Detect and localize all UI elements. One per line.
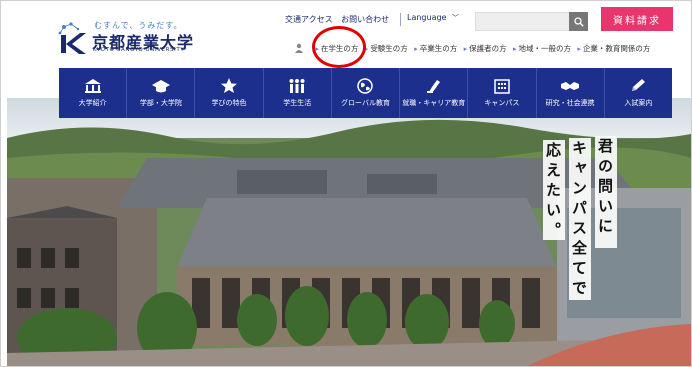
chevron-down-icon: ﹀ — [452, 14, 460, 22]
audience-link-label: 卒業生の方 — [419, 44, 458, 53]
arrow-right-icon: ▸ — [463, 45, 468, 53]
nav-label: キャンパス — [484, 99, 520, 107]
nav-label: 学びの特色 — [211, 99, 247, 107]
audience-link-label: 企業・教育関係の方 — [582, 44, 651, 53]
logo-mark-icon — [58, 22, 86, 54]
pencil-icon — [632, 79, 646, 91]
language-label: Language — [407, 13, 447, 22]
audience-link-label: 保護者の方 — [469, 44, 507, 53]
arrow-right-icon: ▸ — [577, 45, 581, 53]
university-icon — [84, 79, 101, 93]
search-button[interactable] — [569, 12, 588, 31]
hero-campus-image: 君の問いに キャンパス全てで 応えたい。 — [7, 98, 691, 366]
hero-copy-line3: 応えたい。 — [544, 142, 562, 242]
audience-link-alumni[interactable]: ▸ 卒業生の方 — [414, 43, 457, 54]
university-logo[interactable]: むすんで、うみだす。 京都産業大学 KYOTO SANGYO UNIVERSIT… — [56, 21, 196, 55]
nav-label: 研究・社会連携 — [545, 99, 595, 107]
nav-item-research[interactable]: 研究・社会連携 — [537, 68, 605, 118]
nav-label: 入試案内 — [624, 99, 653, 107]
nav-item-faculties[interactable]: 学部・大学院 — [127, 68, 196, 118]
search-icon — [573, 16, 584, 27]
career-icon — [426, 80, 440, 93]
audience-link-parents[interactable]: ▸ 保護者の方 — [464, 43, 507, 54]
utility-links: 交通アクセス お問い合わせ — [285, 13, 409, 26]
audience-link-companies[interactable]: ▸ 企業・教育関係の方 — [577, 43, 650, 54]
arrow-right-icon: ▸ — [414, 45, 418, 53]
campus-icon — [494, 79, 510, 94]
nav-label: 大学紹介 — [78, 99, 107, 107]
graduation-cap-icon — [151, 80, 170, 93]
star-icon — [221, 78, 238, 93]
nav-item-career[interactable]: 就職・キャリア教育 — [400, 68, 469, 118]
user-icon — [295, 43, 305, 55]
utility-divider — [399, 13, 401, 26]
nav-label: グローバル教育 — [341, 99, 390, 107]
language-selector[interactable]: Language ﹀ — [407, 13, 459, 23]
nav-item-about[interactable]: 大学紹介 — [59, 68, 128, 118]
request-materials-button[interactable]: 資料請求 — [601, 7, 673, 31]
nav-label: 学部・大学院 — [139, 99, 182, 107]
audience-link-label: 受験生の方 — [370, 44, 408, 53]
handshake-icon — [561, 82, 580, 90]
nav-label: 学生生活 — [283, 99, 312, 107]
nav-item-features[interactable]: 学びの特色 — [195, 68, 264, 118]
audience-link-community[interactable]: ▸ 地域・一般の方 — [513, 43, 571, 54]
nav-item-campus[interactable]: キャンパス — [468, 68, 537, 118]
students-icon — [289, 79, 305, 93]
arrow-right-icon: ▸ — [513, 45, 517, 53]
hero-copy-line2: キャンパス全てで — [570, 140, 588, 300]
nav-item-admissions[interactable]: 入試案内 — [605, 68, 672, 118]
audience-link-label: 地域・一般の方 — [518, 44, 572, 53]
nav-label: 就職・キャリア教育 — [402, 99, 466, 107]
hero-copy-line1: 君の問いに — [596, 138, 614, 238]
page-frame: むすんで、うみだす。 京都産業大学 KYOTO SANGYO UNIVERSIT… — [0, 0, 692, 367]
contact-link[interactable]: お問い合わせ — [341, 14, 389, 25]
globe-icon — [357, 78, 374, 94]
access-link[interactable]: 交通アクセス — [285, 14, 333, 25]
university-name-en: KYOTO SANGYO UNIVERSITY — [93, 47, 185, 53]
nav-item-global[interactable]: グローバル教育 — [332, 68, 401, 118]
annotation-highlight-circle — [312, 26, 366, 68]
nav-item-student-life[interactable]: 学生生活 — [264, 68, 332, 118]
search-input[interactable] — [475, 12, 571, 31]
audience-link-applicants[interactable]: ▸ 受験生の方 — [365, 43, 408, 54]
main-nav: 大学紹介 学部・大学院 学びの特色 学生生活 グローバル教育 就職・キャリア教育… — [59, 68, 672, 118]
